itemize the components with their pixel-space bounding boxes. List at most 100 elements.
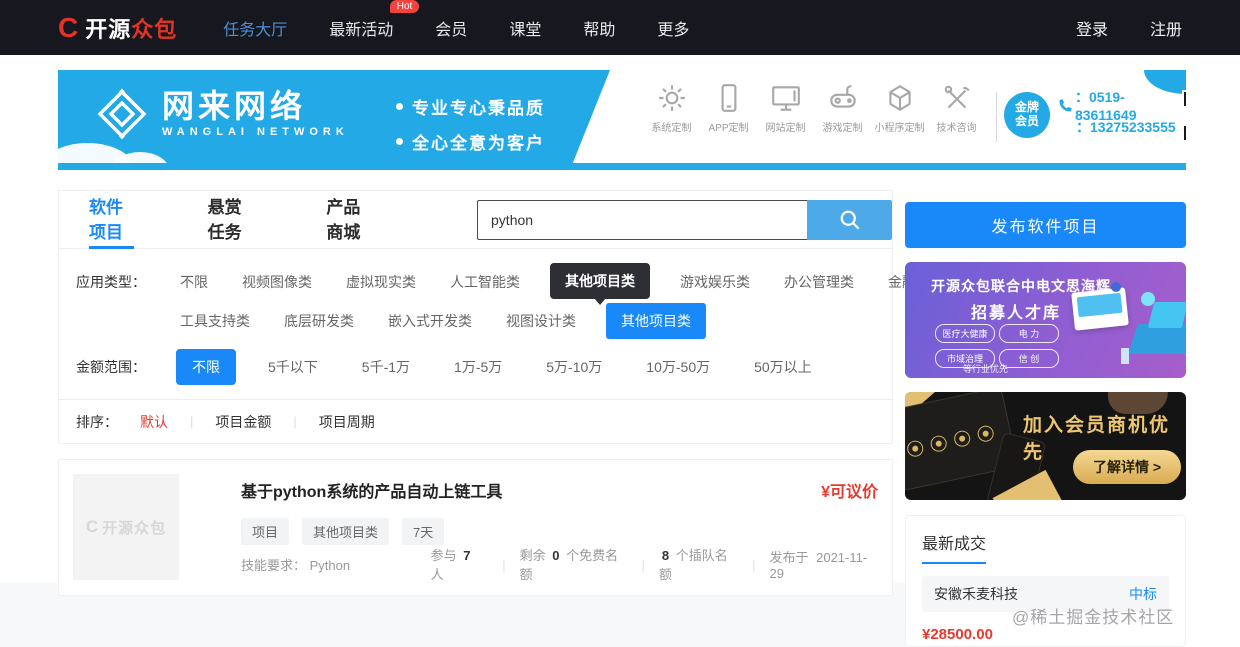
service-list: 系统定制 APP定制 网站定制 游戏定制 小程序定制 技术咨询 xyxy=(643,82,985,134)
amount-option[interactable]: 5千-1万 xyxy=(362,357,410,377)
separator: | xyxy=(641,556,645,572)
vertical-divider xyxy=(996,92,997,142)
qr-code xyxy=(1182,90,1186,142)
top-navigation-bar: C 开源 众包 任务大厅 最新活动 Hot 会员 课堂 帮助 更多 登录 注册 xyxy=(0,0,1240,55)
nav-item-task-hall[interactable]: 任务大厅 xyxy=(223,16,287,40)
medal-icon xyxy=(976,424,996,444)
recruit-illustration xyxy=(1141,292,1155,306)
amount-option[interactable]: 5千以下 xyxy=(268,357,318,377)
queue-unit: 个插队名额 xyxy=(658,548,728,582)
tag-project: 项目 xyxy=(241,518,290,545)
badge-line2: 会员 xyxy=(1014,114,1039,128)
brand-name-en: WANGLAI NETWORK xyxy=(162,126,349,138)
deal-amount: ¥28500.00 xyxy=(922,626,993,643)
amount-option-selected[interactable]: 不限 xyxy=(176,349,236,385)
service-app-custom: APP定制 xyxy=(700,82,757,134)
service-label: 技术咨询 xyxy=(936,123,977,134)
publish-project-button[interactable]: 发布软件项目 xyxy=(905,202,1186,248)
left-column: 软件项目 悬赏任务 产品商城 应用类型： 不限 xyxy=(58,190,1076,647)
project-list-item: C 开源众包 基于python系统的产品自动上链工具 ¥可议价 项目 其他项目类… xyxy=(58,459,893,596)
service-tech-consult: 技术咨询 xyxy=(928,82,985,134)
filter-option[interactable]: 视图设计类 xyxy=(502,304,580,338)
filter-option[interactable]: 游戏娱乐类 xyxy=(676,265,754,299)
nav-item-membership[interactable]: 会员 xyxy=(435,16,467,40)
separator: | xyxy=(293,414,297,429)
diamond-logo-icon xyxy=(97,88,147,140)
project-title[interactable]: 基于python系统的产品自动上链工具 xyxy=(241,478,502,502)
hero-bottom-strip xyxy=(58,163,1186,170)
nav-item-classroom[interactable]: 课堂 xyxy=(509,16,541,40)
join-unit: 人 xyxy=(430,567,444,582)
register-link[interactable]: 注册 xyxy=(1150,16,1182,40)
recruit-ad-banner[interactable]: 开源众包联合中电文思海辉 招募人才库 医疗大健康 电 力 市域治理 信 创 等行… xyxy=(905,262,1186,378)
separator: | xyxy=(190,414,194,429)
filter-option[interactable]: 底层研发类 xyxy=(280,304,358,338)
app-type-row2: 工具支持类 底层研发类 嵌入式开发类 视图设计类 其他项目类 xyxy=(176,303,892,339)
site-logo[interactable]: C 开源 众包 xyxy=(58,12,177,44)
sidebar: 发布软件项目 开源众包联合中电文思海辉 招募人才库 医疗大健康 电 力 市域治理… xyxy=(905,190,1186,647)
phone-icon xyxy=(905,439,925,459)
amount-option[interactable]: 1万-5万 xyxy=(454,357,502,377)
tag-category: 其他项目类 xyxy=(302,518,390,545)
monitor-icon xyxy=(771,86,800,111)
recruit-footnote: 等行业优先 xyxy=(963,364,1009,374)
separator: | xyxy=(752,556,756,572)
project-thumbnail[interactable]: C 开源众包 xyxy=(73,474,179,580)
slogan-1: 专业专心秉品质 xyxy=(412,99,545,118)
join-label: 参与 xyxy=(430,548,457,563)
project-meta: 技能要求： Python 参与 7 人 | 剩余 0 个免费名额 | 8 个插队… xyxy=(241,545,878,583)
sort-option-period[interactable]: 项目周期 xyxy=(319,412,375,432)
card-gold-icons xyxy=(905,421,1011,459)
search-icon xyxy=(840,210,859,229)
sort-option-amount[interactable]: 项目金额 xyxy=(215,412,271,432)
filter-option[interactable]: 人工智能类 xyxy=(446,265,524,299)
thumb-logo-text: 开源众包 xyxy=(102,519,167,537)
filter-option[interactable]: 嵌入式开发类 xyxy=(384,304,476,338)
amount-option[interactable]: 5万-10万 xyxy=(546,357,602,377)
tab-software-projects[interactable]: 软件项目 xyxy=(89,191,134,249)
amount-option[interactable]: 50万以上 xyxy=(754,357,812,377)
service-system-custom: 系统定制 xyxy=(643,82,700,134)
hero-ad-banner[interactable]: 网来网络 WANGLAI NETWORK 专业专心秉品质 全心全意为客户 系统定… xyxy=(58,70,1186,170)
tab-product-mall[interactable]: 产品商城 xyxy=(326,191,371,249)
filter-card: 软件项目 悬赏任务 产品商城 应用类型： 不限 xyxy=(58,190,1076,444)
deal-row[interactable]: 安徽禾麦科技 中标 xyxy=(922,576,1169,612)
nav-item-more[interactable]: 更多 xyxy=(657,16,689,40)
search-input[interactable] xyxy=(477,199,808,240)
filter-option-selected[interactable]: 其他项目类 xyxy=(606,303,706,339)
tag-duration: 7天 xyxy=(402,518,445,545)
main-content: 软件项目 悬赏任务 产品商城 应用类型： 不限 xyxy=(58,190,1186,647)
free-label: 剩余 xyxy=(519,548,546,563)
logo-text-red: 众包 xyxy=(131,16,178,42)
auth-links: 登录 注册 xyxy=(1034,16,1182,40)
login-link[interactable]: 登录 xyxy=(1076,16,1108,40)
queue-quota: 8 个插队名额 xyxy=(659,545,738,583)
filter-option[interactable]: 虚拟现实类 xyxy=(342,265,420,299)
sort-option-default[interactable]: 默认 xyxy=(140,412,168,432)
hexagon-cube-icon xyxy=(888,85,911,111)
publish-info: 发布于 2021-11-29 xyxy=(769,547,878,581)
vip-details-button[interactable]: 了解详情 > xyxy=(1073,450,1182,484)
filter-option[interactable]: 不限 xyxy=(176,265,212,299)
filter-option[interactable]: 工具支持类 xyxy=(176,304,254,338)
thumb-logo-c: C xyxy=(85,517,99,536)
recruit-illustration xyxy=(1071,287,1129,331)
tooltip-slot: 其他项目类 xyxy=(550,263,658,305)
search-button[interactable] xyxy=(807,199,893,240)
filter-option[interactable]: 视频图像类 xyxy=(238,265,316,299)
gold-member-badge: 金牌 会员 xyxy=(1004,92,1050,138)
free-quota: 剩余 0 个免费名额 xyxy=(520,545,628,583)
nav-item-latest-activity[interactable]: 最新活动 Hot xyxy=(329,0,420,40)
sort-label: 排序： xyxy=(76,413,118,430)
amount-option[interactable]: 10万-50万 xyxy=(646,357,710,377)
filter-option[interactable]: 办公管理类 xyxy=(780,265,858,299)
nav-item-help[interactable]: 帮助 xyxy=(583,16,615,40)
join-count: 7 xyxy=(463,548,471,563)
skill-requirement: 技能要求： Python xyxy=(241,555,431,574)
vip-ad-banner[interactable]: 加入会员商机优先 了解详情 > xyxy=(905,392,1186,500)
chat-icon xyxy=(929,434,949,454)
tab-bounty-tasks[interactable]: 悬赏任务 xyxy=(208,191,253,249)
badge-line1: 金牌 xyxy=(1014,100,1039,115)
amount-range-row: 金额范围： 不限 5千以下 5千-1万 1万-5万 5万-10万 10万-50万… xyxy=(76,349,892,385)
recruit-illustration xyxy=(1147,302,1186,328)
